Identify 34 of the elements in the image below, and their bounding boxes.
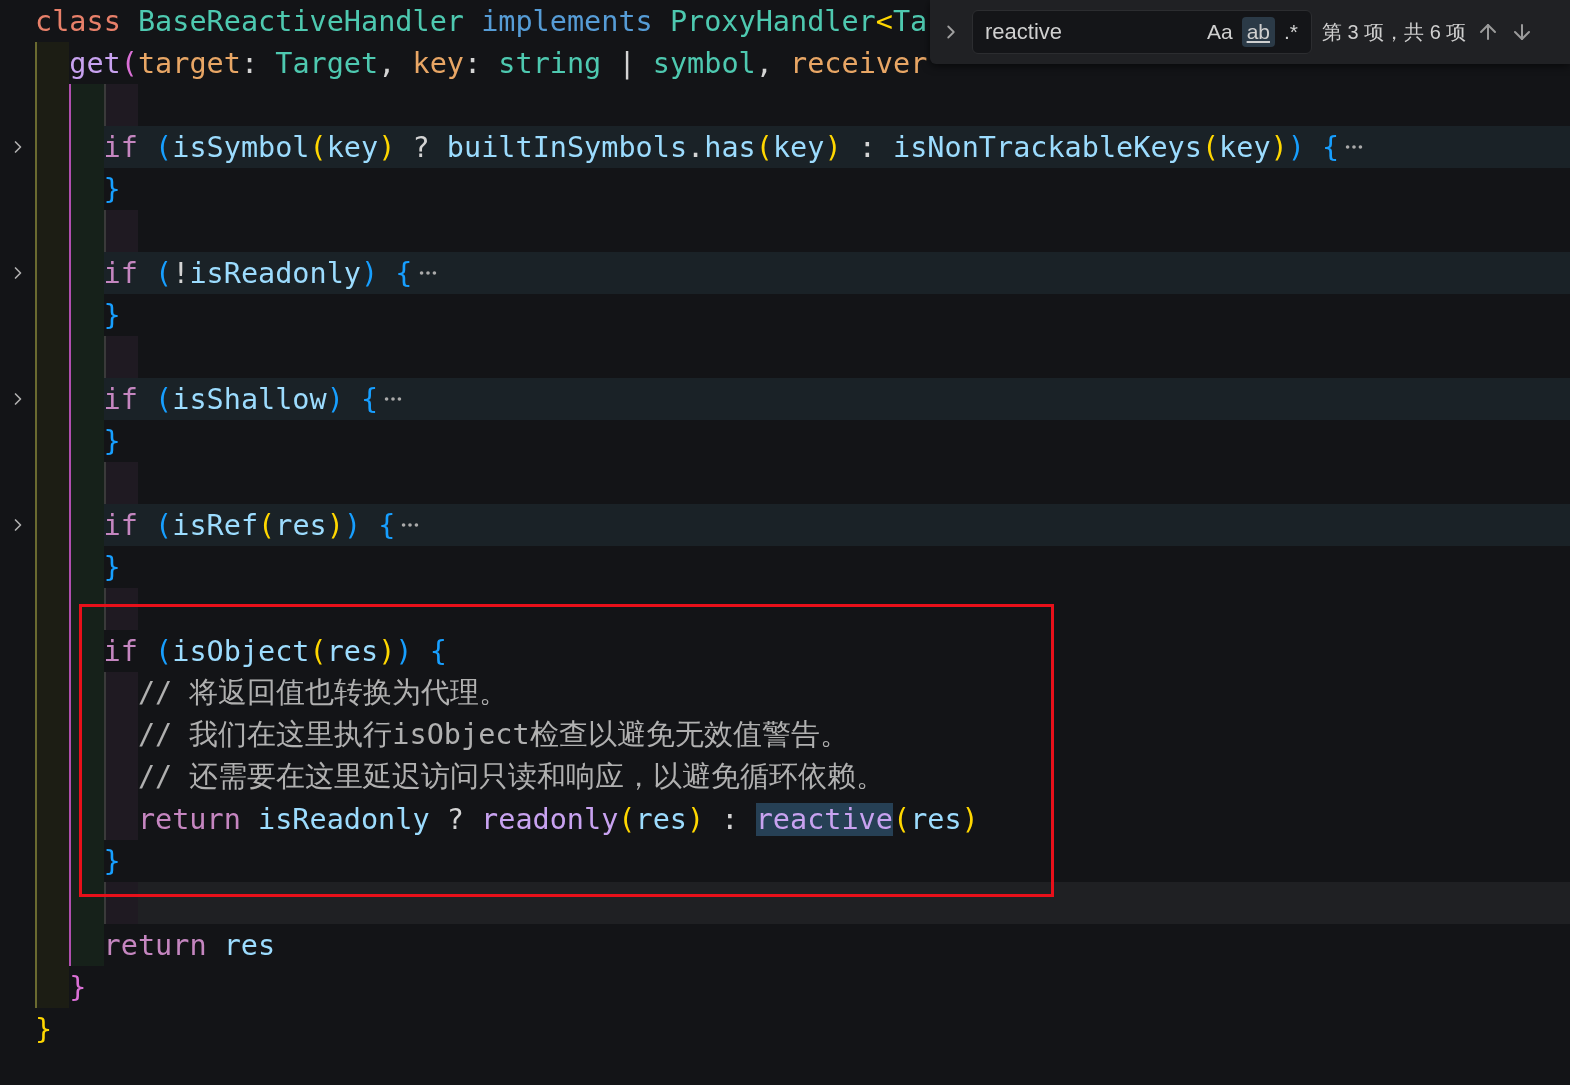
- indent-guide: [103, 462, 138, 504]
- code-line: }: [103, 424, 121, 458]
- indent-guide: [103, 336, 138, 378]
- search-field[interactable]: reactive Aa ab .*: [972, 10, 1312, 54]
- code-line: }: [103, 298, 121, 332]
- indent-guide: [103, 84, 138, 126]
- code-line: }: [35, 1012, 53, 1046]
- code-comment: // 将返回值也转换为代理。: [137, 675, 509, 711]
- indent-guide: [35, 42, 70, 84]
- indent-guide: [103, 210, 138, 252]
- code-comment: // 还需要在这里延迟访问只读和响应，以避免循环依赖。: [137, 759, 886, 795]
- code-comment: // 我们在这里执行isObject检查以避免无效值警告。: [137, 717, 849, 753]
- code-line: return isReadonly ? readonly(res) : reactive(res): [137, 802, 979, 836]
- indent-guide: [69, 924, 104, 966]
- code-line: }: [103, 844, 121, 878]
- option-toggle[interactable]: .*: [1279, 17, 1303, 47]
- option-toggle[interactable]: Aa: [1201, 17, 1238, 47]
- code-line: if (!isReadonly) {: [103, 256, 413, 290]
- indent-guide: [103, 798, 138, 840]
- code-line: return res: [103, 928, 276, 962]
- code-line: if (isRef(res)) {: [103, 508, 396, 542]
- code-line: }: [103, 172, 121, 206]
- code-line: }: [103, 550, 121, 584]
- indent-guide: [69, 84, 104, 126]
- code-line: get(target: Target, key: string | symbol, receiver: [69, 46, 928, 80]
- indent-guide: [103, 672, 138, 714]
- code-line: class BaseReactiveHandler implements ProxyHandler<Ta: [35, 4, 928, 38]
- code-line: }: [69, 970, 87, 1004]
- indent-guide: [35, 966, 70, 1008]
- match-count: 第 3 项，共 6 项: [1322, 19, 1467, 45]
- code-line: if (isShallow) {: [103, 382, 379, 416]
- code-line: if (isObject(res)) {: [103, 634, 447, 668]
- option-toggle[interactable]: ab: [1241, 17, 1275, 47]
- code-line: if (isSymbol(key) ? builtInSymbols.has(key) : isNonTrackableKeys(key)) {: [103, 130, 1340, 164]
